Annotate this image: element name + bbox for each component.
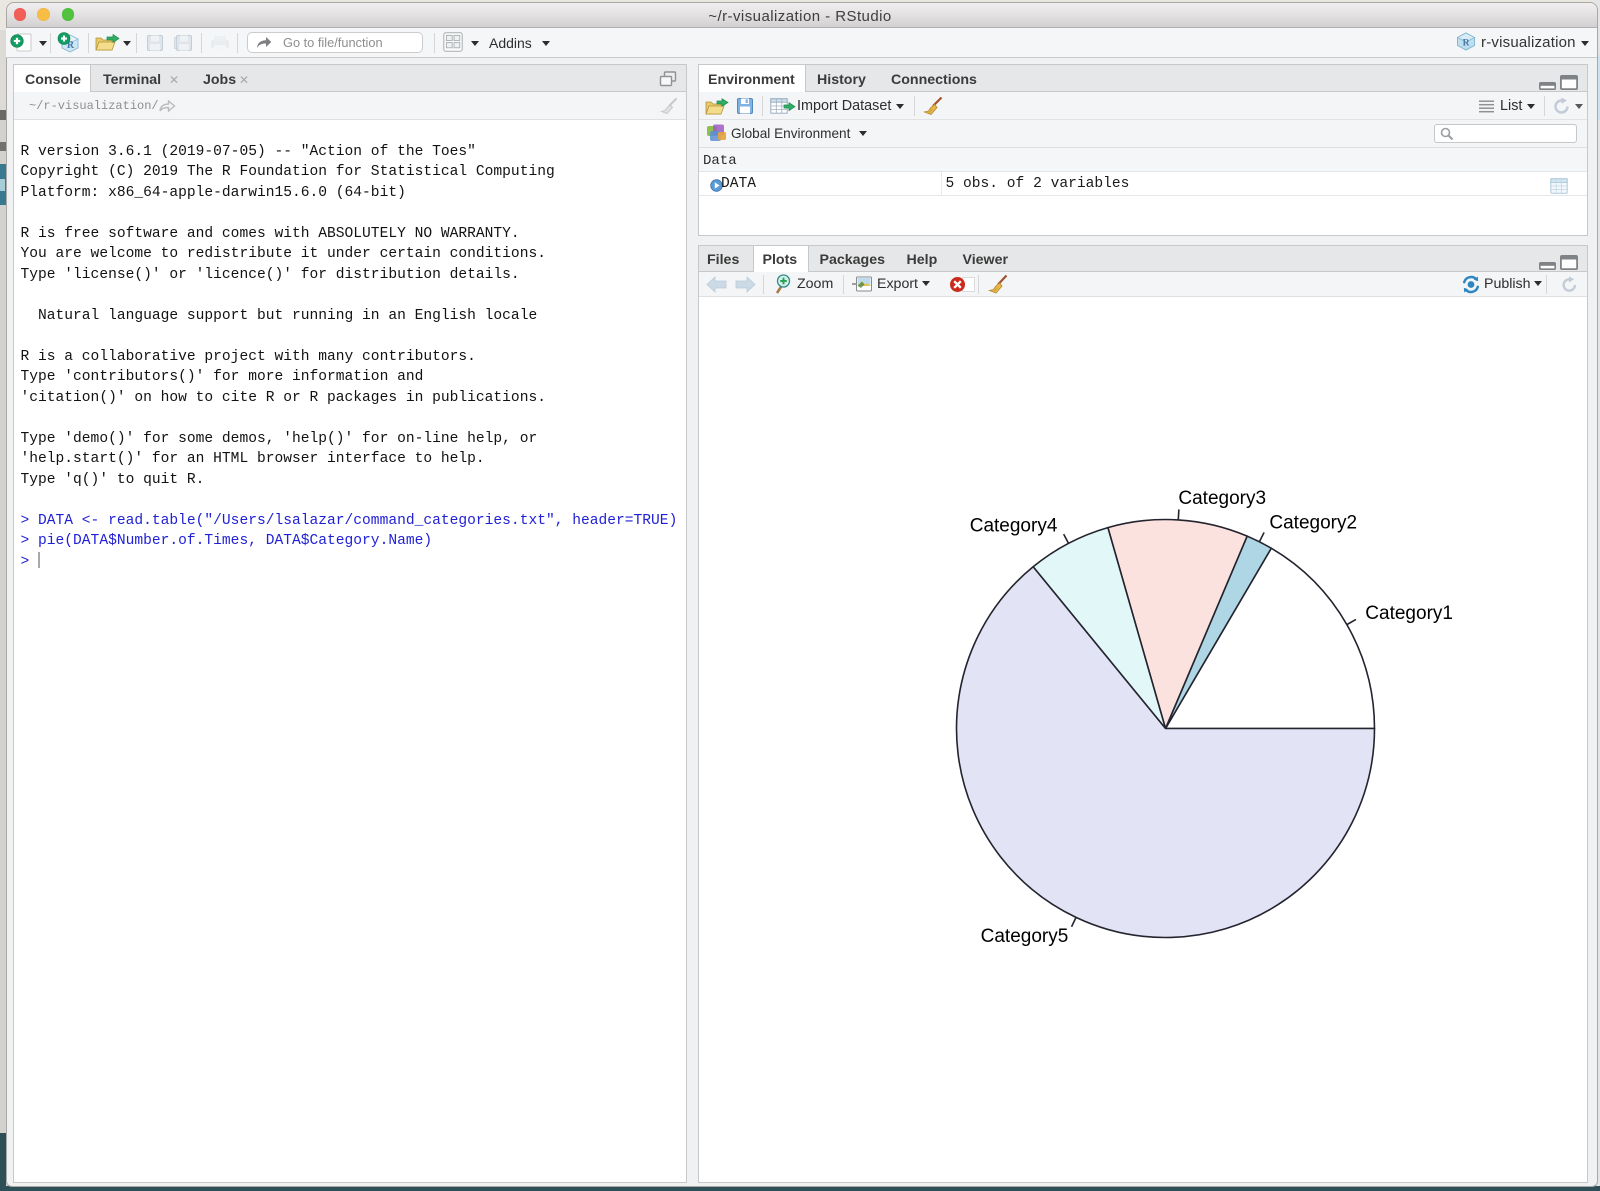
svg-text:Category2: Category2 xyxy=(1269,512,1357,533)
svg-text:Category5: Category5 xyxy=(981,926,1069,947)
svg-text:R: R xyxy=(1463,39,1470,49)
svg-text:Category4: Category4 xyxy=(970,515,1058,536)
svg-text:Category1: Category1 xyxy=(1365,603,1453,624)
svg-text:Category3: Category3 xyxy=(1178,488,1266,509)
